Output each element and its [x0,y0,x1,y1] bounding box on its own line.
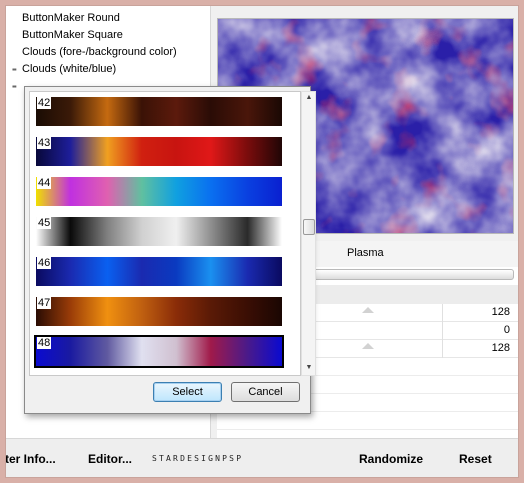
editor-button[interactable]: Editor... [88,452,132,466]
gradient-swatch-selected[interactable]: 48 [34,335,284,368]
gradient-swatch[interactable]: 46 [34,255,284,288]
filter-item-label: Clouds (white/blue) [22,63,117,75]
swatch-number: 46 [37,257,52,269]
cancel-button[interactable]: Cancel [231,382,300,402]
filter-editor-window: ButtonMaker Round ButtonMaker Square Clo… [5,5,519,478]
scroll-down-arrow-icon[interactable]: ▼ [304,364,314,371]
gradient-swatch[interactable]: 44 [34,175,284,208]
filter-item-label: ButtonMaker Round [22,12,120,24]
parameter-title: Plasma [347,247,384,259]
reset-button[interactable]: Reset [459,452,492,466]
select-button[interactable]: Select [153,382,222,402]
grip-icon: ▪▪ [12,65,17,74]
gradient-swatch[interactable]: 45 [34,215,284,248]
filter-info-button[interactable]: ter Info... [6,452,56,466]
divider [442,304,443,322]
bottom-button-bar: ter Info... Editor... STARDESIGNPSP Rand… [6,438,518,477]
filter-item-clouds-white-blue[interactable]: Clouds (white/blue) [22,61,116,78]
gradient-swatch[interactable]: 47 [34,295,284,328]
gradient-list[interactable]: 42 43 44 45 46 47 48 [29,91,301,376]
swatch-number: 42 [37,97,52,109]
grip-icon: ▪▪ [12,82,17,91]
brand-watermark: STARDESIGNPSP [152,454,244,463]
slider-thumb-icon[interactable] [362,307,374,313]
gradient-picker-dialog: 42 43 44 45 46 47 48 ▲ ▼ Select Cancel [24,86,316,414]
filter-item-label: ButtonMaker Square [22,29,123,41]
parameter-value: 0 [503,324,510,336]
divider [442,340,443,358]
swatch-number: 43 [37,137,52,149]
gradient-list-scrollbar[interactable]: ▲ ▼ [301,91,316,376]
filter-item-buttonmaker-square[interactable]: ButtonMaker Square [22,27,123,44]
parameter-value: 128 [491,342,510,354]
gradient-swatch[interactable]: 42 [34,95,284,128]
swatch-number: 47 [37,297,52,309]
gradient-swatch[interactable]: 43 [34,135,284,168]
divider [442,322,443,340]
filter-item-buttonmaker-round[interactable]: ButtonMaker Round [22,10,120,27]
parameter-value: 128 [491,306,510,318]
parameter-row-empty [217,412,518,430]
swatch-number: 45 [37,217,52,229]
swatch-number: 44 [37,177,52,189]
filter-item-clouds-fore-background[interactable]: Clouds (fore-/background color) [22,44,177,61]
swatch-number: 48 [37,337,52,349]
randomize-button[interactable]: Randomize [359,452,423,466]
slider-thumb-icon[interactable] [362,343,374,349]
filter-item-label: Clouds (fore-/background color) [22,46,177,58]
scroll-thumb[interactable] [303,219,315,235]
scroll-up-arrow-icon[interactable]: ▲ [304,94,314,101]
